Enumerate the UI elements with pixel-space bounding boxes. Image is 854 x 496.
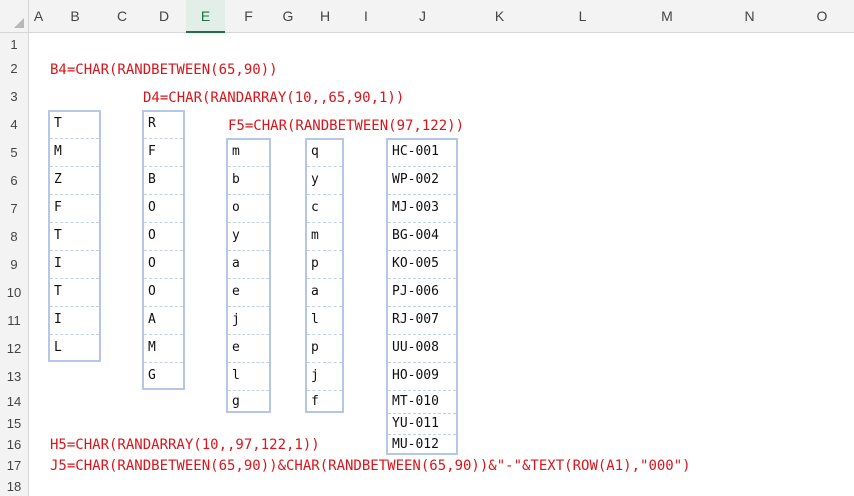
row-header-11[interactable]: 11 (0, 306, 29, 334)
formula-note-d4: D4=CHAR(RANDARRAY(10,,65,90,1)) (143, 90, 405, 106)
cell-f14[interactable]: g (226, 390, 271, 413)
formula-note-h5: H5=CHAR(RANDARRAY(10,,97,122,1)) (50, 437, 320, 453)
cell-f12[interactable]: e (226, 334, 271, 362)
column-header-k[interactable]: K (459, 0, 540, 33)
row-header-10[interactable]: 10 (0, 278, 29, 306)
row-header-8[interactable]: 8 (0, 222, 29, 250)
column-header-g[interactable]: G (272, 0, 304, 33)
cell-j11[interactable]: RJ-007 (386, 306, 458, 334)
column-header-d[interactable]: D (142, 0, 186, 33)
column-header-c[interactable]: C (102, 0, 142, 33)
cell-d6[interactable]: B (142, 166, 185, 194)
cell-f11[interactable]: j (226, 306, 271, 334)
row-header-17[interactable]: 17 (0, 455, 29, 476)
cell-h13[interactable]: j (305, 362, 344, 390)
row-header-9[interactable]: 9 (0, 250, 29, 278)
cell-j16[interactable]: MU-012 (386, 434, 458, 455)
row-header-6[interactable]: 6 (0, 166, 29, 194)
column-header-m[interactable]: M (625, 0, 709, 33)
cell-h10[interactable]: a (305, 278, 344, 306)
cell-j14[interactable]: MT-010 (386, 390, 458, 413)
cell-f7[interactable]: o (226, 194, 271, 222)
cell-b11[interactable]: I (48, 306, 101, 334)
column-header-b[interactable]: B (48, 0, 102, 33)
cell-d9[interactable]: O (142, 250, 185, 278)
column-header-e[interactable]: E (186, 0, 225, 33)
row-header-16[interactable]: 16 (0, 434, 29, 455)
cell-b9[interactable]: I (48, 250, 101, 278)
cell-j6[interactable]: WP-002 (386, 166, 458, 194)
cell-h14[interactable]: f (305, 390, 344, 413)
row-header-5[interactable]: 5 (0, 138, 29, 166)
cell-h7[interactable]: c (305, 194, 344, 222)
cell-j15[interactable]: YU-011 (386, 413, 458, 434)
row-header-14[interactable]: 14 (0, 390, 29, 413)
cell-d8[interactable]: O (142, 222, 185, 250)
cell-f10[interactable]: e (226, 278, 271, 306)
row-header-3[interactable]: 3 (0, 82, 29, 110)
row-header-7[interactable]: 7 (0, 194, 29, 222)
cell-b4[interactable]: T (48, 110, 101, 138)
formula-note-b4: B4=CHAR(RANDBETWEEN(65,90)) (50, 62, 278, 78)
row-header-1[interactable]: 1 (0, 33, 29, 55)
column-header-n[interactable]: N (709, 0, 790, 33)
cell-h5[interactable]: q (305, 138, 344, 166)
formula-note-j5: J5=CHAR(RANDBETWEEN(65,90))&CHAR(RANDBET… (50, 458, 691, 474)
column-header-h[interactable]: H (304, 0, 346, 33)
cell-d12[interactable]: M (142, 334, 185, 362)
cell-j8[interactable]: BG-004 (386, 222, 458, 250)
cell-b7[interactable]: F (48, 194, 101, 222)
cell-h9[interactable]: p (305, 250, 344, 278)
row-header-12[interactable]: 12 (0, 334, 29, 362)
cell-d4[interactable]: R (142, 110, 185, 138)
cell-f6[interactable]: b (226, 166, 271, 194)
cell-b12[interactable]: L (48, 334, 101, 362)
row-header-13[interactable]: 13 (0, 362, 29, 390)
column-header-i[interactable]: I (346, 0, 386, 33)
cell-d5[interactable]: F (142, 138, 185, 166)
cell-h12[interactable]: p (305, 334, 344, 362)
column-header-j[interactable]: J (386, 0, 459, 33)
cell-b5[interactable]: M (48, 138, 101, 166)
row-header-18[interactable]: 18 (0, 476, 29, 496)
cell-j7[interactable]: MJ-003 (386, 194, 458, 222)
row-header-2[interactable]: 2 (0, 55, 29, 82)
cell-d10[interactable]: O (142, 278, 185, 306)
cell-j12[interactable]: UU-008 (386, 334, 458, 362)
cell-h6[interactable]: y (305, 166, 344, 194)
cell-d13[interactable]: G (142, 362, 185, 390)
cell-b6[interactable]: Z (48, 166, 101, 194)
cell-j9[interactable]: KO-005 (386, 250, 458, 278)
cell-f5[interactable]: m (226, 138, 271, 166)
cell-j13[interactable]: HO-009 (386, 362, 458, 390)
row-header-15[interactable]: 15 (0, 413, 29, 434)
column-header-o[interactable]: O (790, 0, 854, 33)
cell-f8[interactable]: y (226, 222, 271, 250)
column-header-l[interactable]: L (540, 0, 625, 33)
formula-note-f5: F5=CHAR(RANDBETWEEN(97,122)) (228, 118, 465, 134)
cell-j5[interactable]: HC-001 (386, 138, 458, 166)
cell-d7[interactable]: O (142, 194, 185, 222)
cell-f9[interactable]: a (226, 250, 271, 278)
cell-b8[interactable]: T (48, 222, 101, 250)
cell-j10[interactable]: PJ-006 (386, 278, 458, 306)
cell-h11[interactable]: l (305, 306, 344, 334)
cell-h8[interactable]: m (305, 222, 344, 250)
cell-f13[interactable]: l (226, 362, 271, 390)
cell-d11[interactable]: A (142, 306, 185, 334)
cell-b10[interactable]: T (48, 278, 101, 306)
column-header-a[interactable]: A (29, 0, 48, 33)
column-header-f[interactable]: F (225, 0, 272, 33)
row-header-4[interactable]: 4 (0, 110, 29, 138)
select-all-corner[interactable] (0, 0, 29, 33)
